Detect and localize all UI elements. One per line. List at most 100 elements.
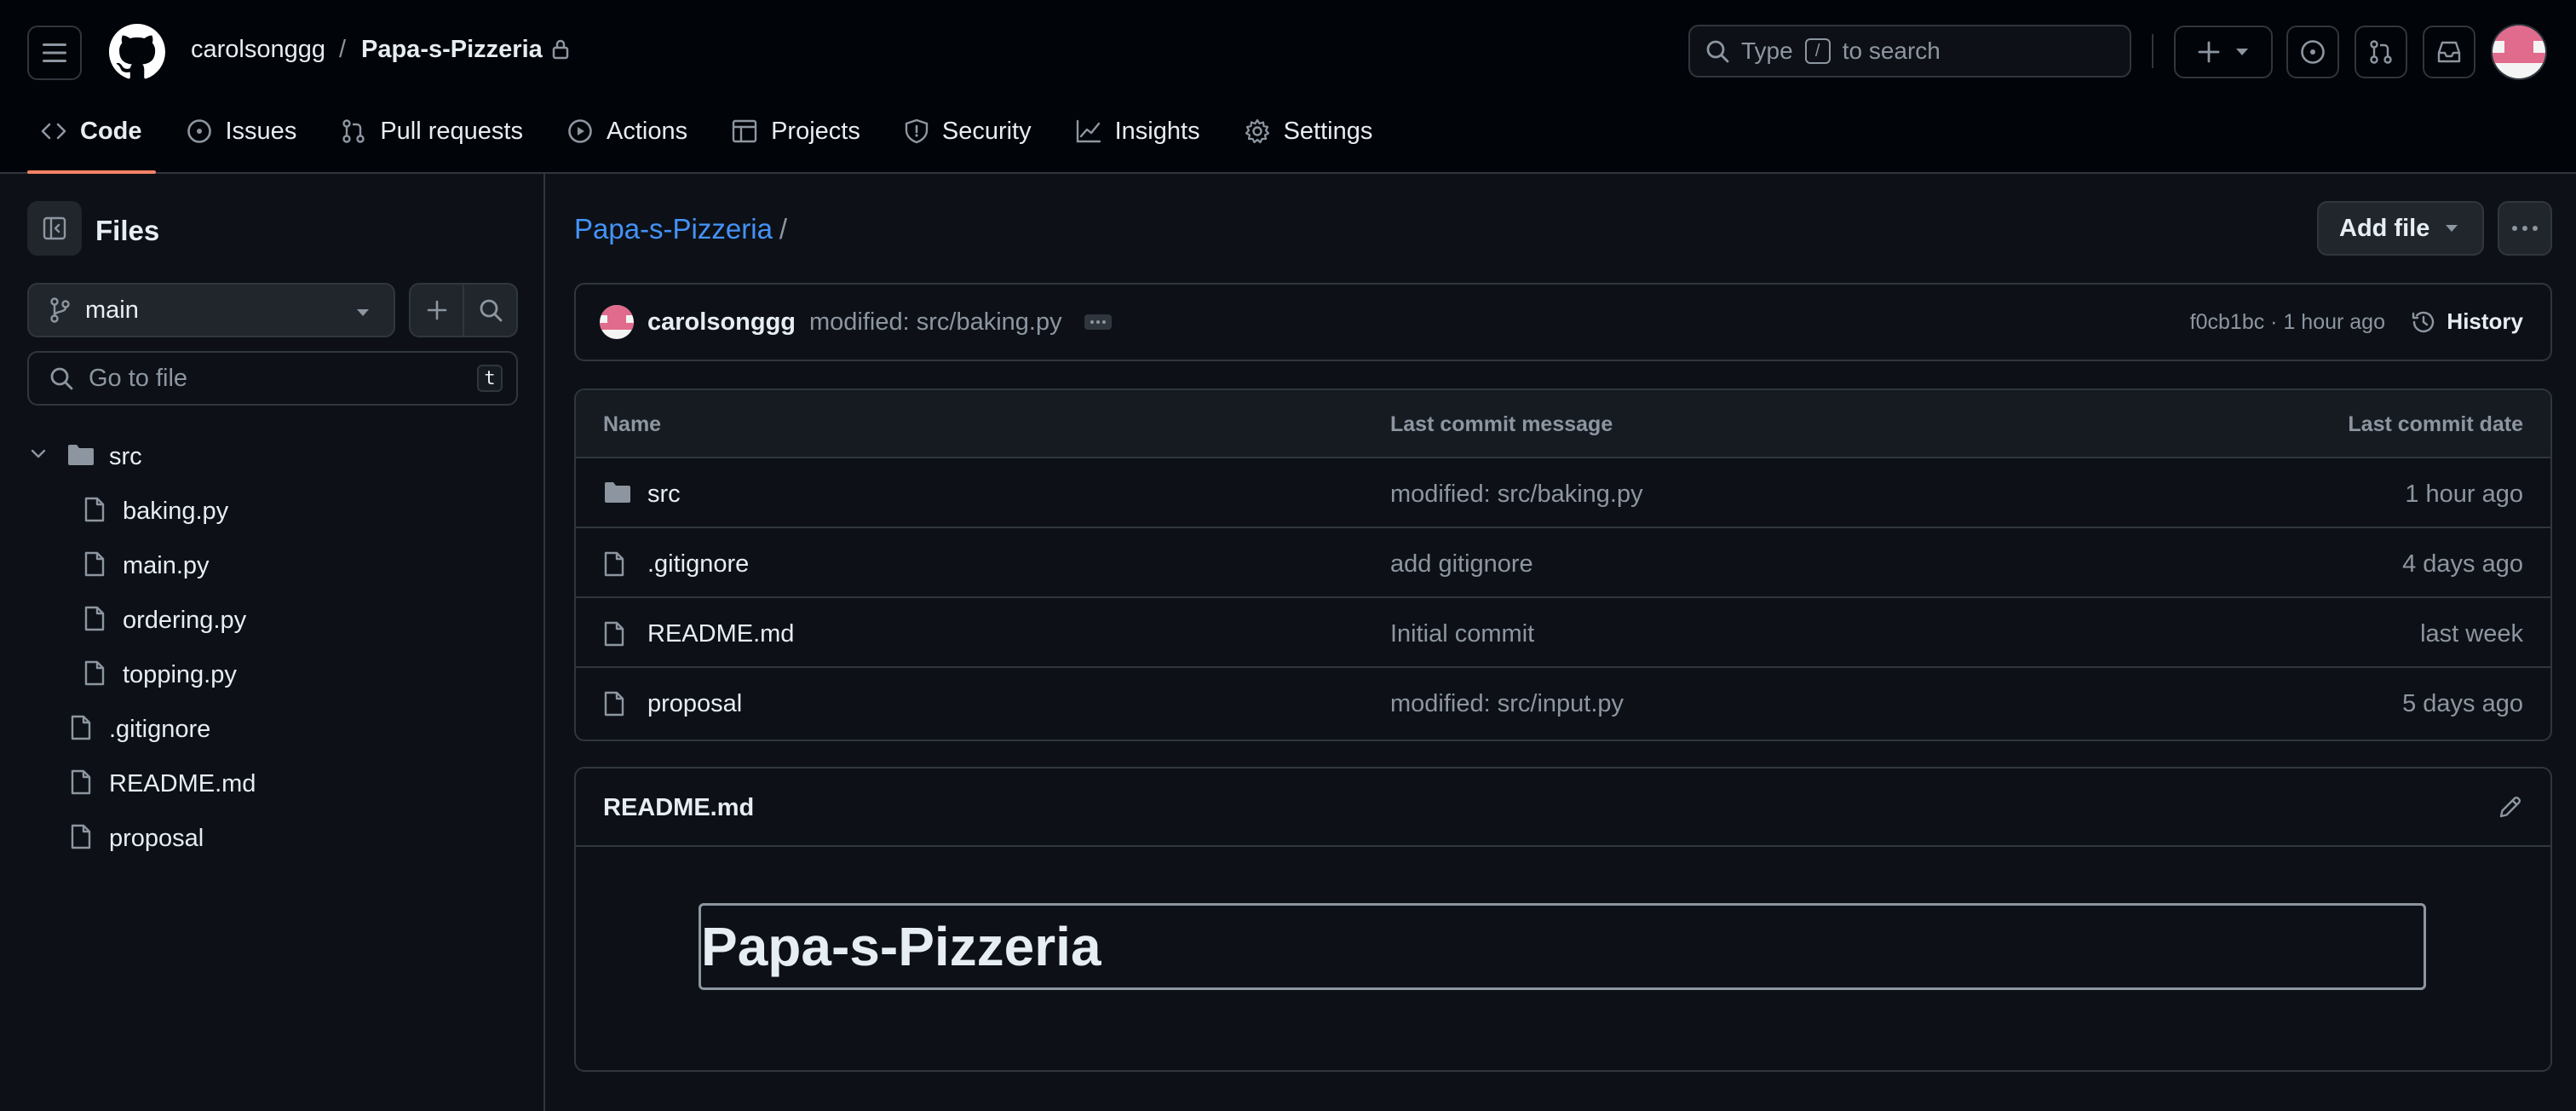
graph-icon (1076, 119, 1101, 143)
row-commit-message[interactable]: add gitignore (1390, 550, 1533, 579)
readme-panel: README.md Papa-s-Pizzeria (574, 767, 2552, 1072)
tree-item-main-py[interactable]: main.py (0, 537, 543, 591)
tree-item-readme[interactable]: README.md (0, 755, 543, 809)
table-row[interactable]: src modified: src/baking.py 1 hour ago (576, 458, 2550, 528)
tree-item-gitignore[interactable]: .gitignore (0, 700, 543, 755)
tree-item-src[interactable]: src (0, 428, 543, 482)
inbox-button[interactable] (2423, 26, 2475, 78)
row-commit-date: 1 hour ago (2405, 481, 2523, 508)
user-avatar[interactable] (2491, 24, 2547, 80)
hamburger-icon (43, 43, 66, 62)
main-content: Papa-s-Pizzeria / Add file carolsonggg mo… (547, 174, 2576, 1111)
branch-selector[interactable]: main (27, 283, 395, 337)
tab-actions-label: Actions (606, 117, 688, 145)
go-to-file-input[interactable]: Go to file t (27, 351, 518, 406)
file-icon (71, 824, 91, 849)
row-commit-message[interactable]: modified: src/baking.py (1390, 481, 1643, 509)
table-row[interactable]: proposal modified: src/input.py 5 days a… (576, 668, 2550, 738)
issues-button[interactable] (2286, 26, 2339, 78)
tab-actions[interactable]: Actions (554, 111, 701, 152)
expand-commit-message-button[interactable] (1084, 314, 1112, 330)
file-icon (71, 769, 91, 795)
breadcrumb-repo-link[interactable]: Papa-s-Pizzeria (574, 213, 773, 245)
tab-code[interactable]: Code (27, 111, 156, 174)
history-icon (2412, 311, 2435, 332)
tree-item-label: ordering.py (123, 607, 247, 634)
row-commit-date: 4 days ago (2402, 550, 2523, 578)
sidebar-collapse-icon (43, 216, 66, 240)
more-options-button[interactable] (2498, 201, 2552, 256)
tree-item-label: proposal (109, 825, 204, 852)
files-heading: Files (95, 215, 160, 246)
code-icon (41, 123, 66, 140)
files-table: Name Last commit message Last commit dat… (574, 389, 2552, 741)
inbox-icon (2437, 41, 2461, 63)
commit-author-avatar[interactable] (600, 305, 634, 339)
tree-item-label: main.py (123, 552, 210, 579)
tab-security[interactable]: Security (891, 111, 1045, 152)
file-icon (71, 715, 91, 740)
tab-projects[interactable]: Projects (718, 111, 874, 152)
row-commit-date: 5 days ago (2402, 690, 2523, 717)
add-file-button[interactable]: Add file (2317, 201, 2484, 256)
table-row[interactable]: .gitignore add gitignore 4 days ago (576, 528, 2550, 598)
repo-link[interactable]: Papa-s-Pizzeria (361, 36, 543, 64)
row-commit-date: last week (2420, 620, 2523, 648)
tree-item-topping-py[interactable]: topping.py (0, 646, 543, 700)
breadcrumb-separator: / (339, 36, 347, 63)
tab-insights[interactable]: Insights (1062, 111, 1214, 152)
tab-issues[interactable]: Issues (173, 111, 311, 152)
tree-item-proposal[interactable]: proposal (0, 809, 543, 864)
commit-message[interactable]: modified: src/baking.py (809, 308, 1062, 337)
column-header-date: Last commit date (2348, 412, 2523, 436)
issue-icon (187, 119, 211, 143)
header-divider (2152, 34, 2153, 68)
row-file-name[interactable]: README.md (647, 620, 794, 648)
readme-heading: Papa-s-Pizzeria (699, 903, 2426, 990)
commit-author[interactable]: carolsonggg (647, 308, 796, 337)
pencil-icon[interactable] (2498, 794, 2523, 820)
caret-down-icon (2446, 225, 2458, 232)
tab-settings[interactable]: Settings (1231, 111, 1387, 152)
history-button[interactable]: History (2411, 308, 2523, 335)
row-commit-message[interactable]: modified: src/input.py (1390, 690, 1624, 718)
file-icon (84, 551, 105, 577)
file-icon (604, 551, 624, 577)
lock-icon (552, 39, 569, 60)
row-commit-message[interactable]: Initial commit (1390, 620, 1534, 648)
tab-issues-label: Issues (225, 117, 297, 145)
plus-icon (427, 300, 446, 320)
add-file-label: Add file (2339, 214, 2430, 242)
commit-hash-time[interactable]: f0cb1bc · 1 hour ago (2190, 310, 2385, 335)
search-files-button[interactable] (463, 285, 516, 336)
file-icon (84, 660, 105, 686)
table-row[interactable]: README.md Initial commit last week (576, 598, 2550, 668)
breadcrumb-separator: / (779, 213, 788, 245)
pull-requests-button[interactable] (2355, 26, 2407, 78)
tab-insights-label: Insights (1114, 117, 1200, 145)
readme-title[interactable]: README.md (603, 794, 754, 822)
play-icon (568, 119, 592, 143)
row-file-name[interactable]: .gitignore (647, 550, 749, 579)
tab-settings-label: Settings (1283, 117, 1373, 145)
file-tree-sidebar: Files main Go to file t src baking.py ma… (0, 174, 545, 1111)
tree-item-baking-py[interactable]: baking.py (0, 482, 543, 537)
tree-item-label: baking.py (123, 498, 229, 525)
chevron-down-icon (31, 449, 46, 458)
row-file-name[interactable]: proposal (647, 690, 742, 718)
file-icon (84, 497, 105, 522)
row-file-name[interactable]: src (647, 481, 681, 509)
pull-request-icon (342, 119, 365, 143)
create-new-button[interactable] (2174, 26, 2273, 78)
add-file-sidebar-button[interactable] (411, 285, 463, 336)
column-header-message: Last commit message (1390, 412, 1613, 436)
github-logo-icon[interactable] (109, 24, 165, 80)
search-icon (480, 299, 502, 322)
pull-request-icon (2370, 40, 2392, 64)
tab-pull-requests[interactable]: Pull requests (327, 111, 537, 152)
global-search-input[interactable]: Type / to search (1688, 25, 2131, 78)
owner-link[interactable]: carolsonggg (191, 36, 325, 64)
collapse-sidebar-button[interactable] (27, 201, 82, 256)
tree-item-ordering-py[interactable]: ordering.py (0, 591, 543, 646)
menu-button[interactable] (27, 26, 82, 80)
